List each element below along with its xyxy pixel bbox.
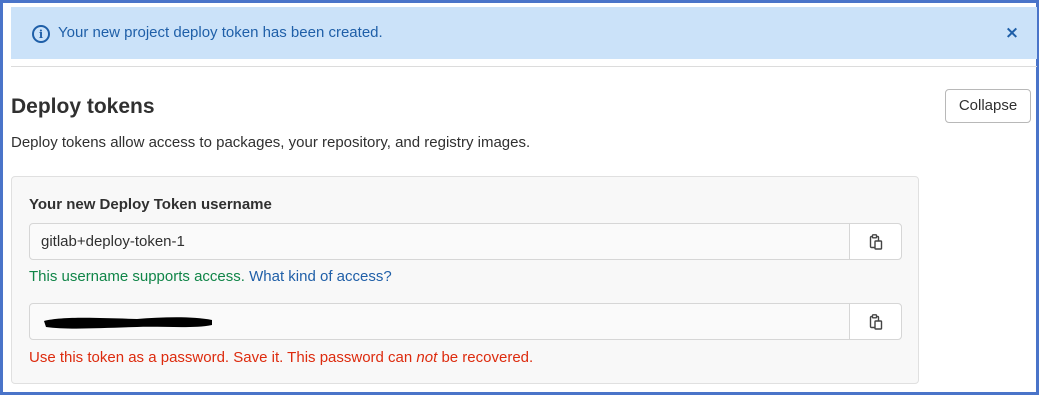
collapse-button[interactable]: Collapse bbox=[945, 89, 1031, 123]
username-field[interactable] bbox=[30, 224, 849, 259]
section-description: Deploy tokens allow access to packages, … bbox=[11, 134, 531, 151]
username-input-group bbox=[29, 223, 902, 260]
clipboard-icon bbox=[869, 233, 882, 250]
password-help-before: Use this token as a password. Save it. T… bbox=[29, 349, 417, 366]
password-field[interactable] bbox=[30, 304, 849, 339]
username-help-text: This username supports access. bbox=[29, 268, 245, 285]
username-label: Your new Deploy Token username bbox=[29, 196, 272, 213]
password-help-emphasis: not bbox=[416, 349, 438, 366]
password-input-group bbox=[29, 303, 902, 340]
close-icon[interactable]: × bbox=[1001, 21, 1023, 45]
access-help-link[interactable]: What kind of access? bbox=[249, 268, 392, 285]
page-frame: i Your new project deploy token has been… bbox=[0, 0, 1039, 395]
alert-message: Your new project deploy token has been c… bbox=[58, 24, 383, 41]
success-alert: i Your new project deploy token has been… bbox=[11, 7, 1037, 59]
copy-password-button[interactable] bbox=[849, 304, 901, 339]
divider bbox=[11, 66, 1037, 67]
info-icon: i bbox=[32, 25, 50, 43]
clipboard-icon bbox=[869, 313, 882, 330]
section-title: Deploy tokens bbox=[11, 95, 155, 118]
password-help-after: be recovered. bbox=[437, 349, 534, 366]
copy-username-button[interactable] bbox=[849, 224, 901, 259]
username-help: This username supports access. What kind… bbox=[29, 268, 392, 285]
new-token-card: Your new Deploy Token username This user… bbox=[11, 176, 919, 384]
redaction-mark bbox=[44, 317, 212, 329]
password-help: Use this token as a password. Save it. T… bbox=[29, 349, 533, 366]
